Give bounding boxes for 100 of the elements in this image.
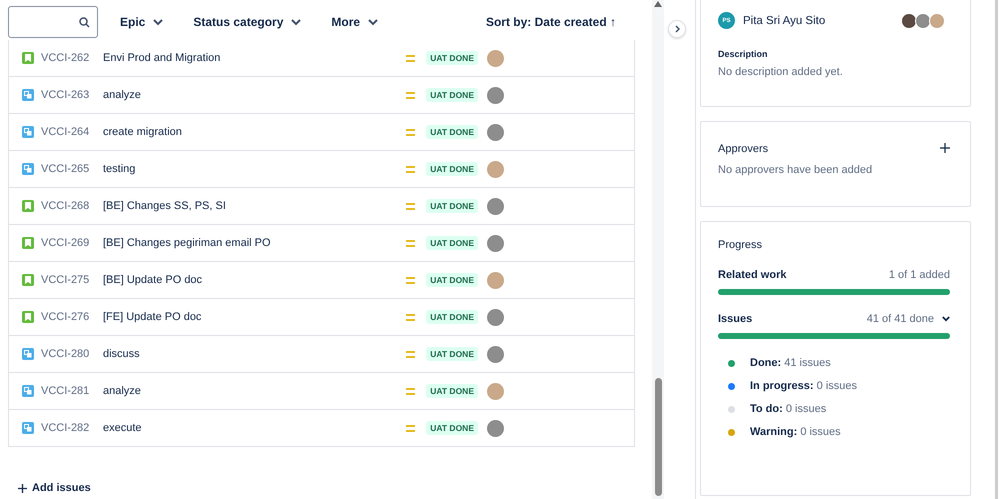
filter-dropdown[interactable]: Epic — [112, 11, 172, 33]
legend-text: In progress: 0 issues — [750, 380, 857, 392]
issue-summary: [BE] Changes SS, PS, SI — [103, 200, 227, 212]
scrollbar-thumb[interactable] — [655, 378, 662, 496]
subtask-icon — [22, 89, 34, 101]
status-lozenge: UAT DONE — [426, 125, 478, 139]
subtask-icon — [22, 126, 34, 138]
description-text: No description added yet. — [718, 66, 844, 78]
avatar — [487, 198, 504, 214]
related-work-summary: 1 of 1 added — [888, 269, 950, 281]
status-lozenge: UAT DONE — [426, 421, 478, 435]
status-lozenge: UAT DONE — [426, 347, 478, 361]
avatar — [487, 272, 504, 288]
priority-medium-icon — [406, 388, 416, 394]
issue-summary: testing — [103, 163, 136, 175]
legend-text: Done: 41 issues — [750, 357, 831, 369]
issues-summary: 41 of 41 done — [866, 313, 934, 325]
status-lozenge: UAT DONE — [426, 199, 478, 213]
issue-row[interactable]: VCCI-262 Envi Prod and Migration UAT DONE — [9, 40, 634, 77]
legend-text: To do: 0 issues — [750, 403, 826, 415]
bookmark-icon — [22, 274, 34, 286]
priority-medium-icon — [406, 166, 416, 172]
status-lozenge: UAT DONE — [426, 310, 478, 324]
bookmark-icon — [22, 237, 34, 249]
priority-medium-icon — [406, 240, 416, 246]
plus-icon — [940, 143, 950, 153]
bookmark-icon — [22, 52, 34, 64]
bookmark-icon — [22, 200, 34, 212]
issue-summary: analyze — [103, 385, 142, 397]
status-lozenge: UAT DONE — [426, 88, 478, 102]
priority-medium-icon — [406, 92, 416, 98]
issue-row[interactable]: VCCI-263 analyze UAT DONE — [9, 77, 634, 114]
issue-row[interactable]: VCCI-268 [BE] Changes SS, PS, SI UAT DONE — [9, 188, 634, 225]
issue-key: VCCI-268 — [41, 200, 103, 212]
avatar — [487, 160, 504, 178]
chevron-down-icon — [291, 18, 302, 26]
issue-summary: execute — [103, 422, 143, 434]
avatar — [487, 346, 504, 362]
contributor-avatar — [901, 12, 918, 28]
priority-medium-icon — [406, 314, 416, 320]
search-field[interactable] — [8, 6, 98, 38]
priority-medium-icon — [406, 202, 416, 210]
issue-summary: discuss — [103, 348, 141, 360]
search-icon — [79, 16, 90, 28]
issue-row[interactable]: VCCI-265 testing UAT DONE — [9, 151, 634, 188]
avatar — [487, 124, 504, 140]
issue-key: VCCI-282 — [41, 422, 103, 434]
issue-row[interactable]: VCCI-282 execute UAT DONE — [9, 410, 634, 446]
contributor-avatar — [915, 12, 932, 28]
filter-dropdown[interactable]: More — [323, 11, 386, 33]
chevron-down-icon — [368, 18, 378, 26]
status-lozenge: UAT DONE — [426, 51, 478, 65]
issue-summary: Envi Prod and Migration — [103, 52, 222, 64]
issue-row[interactable]: VCCI-281 analyze UAT DONE — [9, 373, 634, 410]
bookmark-icon — [22, 311, 34, 323]
issue-key: VCCI-280 — [41, 348, 103, 360]
issue-row[interactable]: VCCI-275 [BE] Update PO doc UAT DONE — [9, 262, 634, 299]
approvers-heading: Approvers — [718, 143, 768, 155]
issue-summary: [FE] Update PO doc — [103, 311, 202, 323]
issue-summary: analyze — [103, 89, 142, 101]
issue-key: VCCI-276 — [41, 311, 103, 323]
subtask-icon — [22, 163, 34, 175]
filter-dropdown[interactable]: Status category — [185, 11, 310, 33]
subtask-icon — [22, 422, 34, 434]
priority-medium-icon — [406, 54, 416, 62]
status-lozenge: UAT DONE — [426, 236, 478, 250]
issue-row[interactable]: VCCI-280 discuss UAT DONE — [9, 336, 634, 373]
priority-medium-icon — [406, 128, 416, 136]
sort-button[interactable]: Sort by: Date created ↑ — [478, 11, 624, 33]
issue-summary: [BE] Update PO doc — [103, 274, 204, 286]
avatar — [487, 86, 504, 104]
chevron-down-icon[interactable] — [942, 316, 950, 322]
avatar — [487, 420, 504, 436]
issue-row[interactable]: VCCI-264 create migration UAT DONE — [9, 114, 634, 151]
description-heading: Description — [718, 49, 769, 59]
issue-key: VCCI-262 — [41, 52, 103, 64]
issue-key: VCCI-281 — [41, 385, 103, 397]
issues-label: Issues — [718, 313, 752, 325]
issue-row[interactable]: VCCI-276 [FE] Update PO doc UAT DONE — [9, 299, 634, 336]
avatar — [487, 382, 504, 400]
avatar — [487, 234, 504, 252]
avatar — [487, 308, 504, 326]
progress-heading: Progress — [718, 239, 764, 251]
priority-medium-icon — [406, 276, 416, 284]
issue-summary: create migration — [103, 126, 183, 138]
chevron-right-icon — [674, 25, 680, 33]
contributor-avatar — [929, 12, 946, 28]
issue-key: VCCI-263 — [41, 89, 103, 101]
issue-key: VCCI-269 — [41, 237, 103, 249]
subtask-icon — [22, 348, 34, 360]
add-issues-button[interactable]: Add issues — [12, 481, 97, 495]
issue-summary: [BE] Changes pegiriman email PO — [103, 237, 272, 249]
scroll-up-icon[interactable] — [654, 1, 662, 7]
avatar — [487, 50, 504, 66]
status-lozenge: UAT DONE — [426, 273, 478, 287]
priority-medium-icon — [406, 424, 416, 432]
issue-key: VCCI-265 — [41, 163, 103, 175]
expand-button[interactable] — [668, 20, 686, 38]
chevron-down-icon — [153, 18, 164, 26]
issue-row[interactable]: VCCI-269 [BE] Changes pegiriman email PO UAT DONE — [9, 225, 634, 262]
